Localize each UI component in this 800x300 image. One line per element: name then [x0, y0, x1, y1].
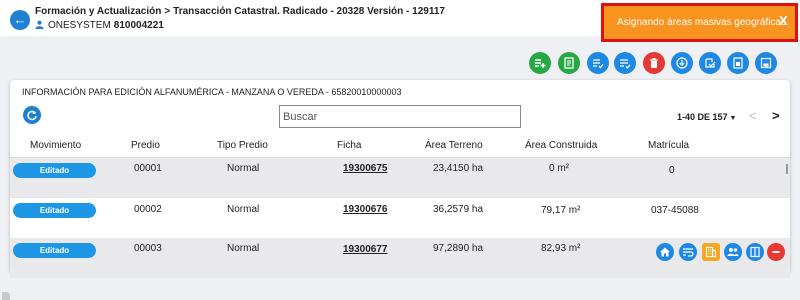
table-header: Movimiento Predio Tipo Predio Ficha Área…: [10, 134, 790, 158]
column-header-area-terreno[interactable]: Área Terreno: [425, 140, 483, 151]
people-icon: [727, 248, 739, 256]
status-badge[interactable]: Editado: [13, 163, 96, 178]
user-code: 810004221: [113, 20, 164, 31]
list-check-icon: [593, 59, 604, 69]
add-list-icon: [535, 59, 546, 68]
breadcrumb-separator: >: [164, 6, 171, 17]
table-row[interactable]: Editado 00001 Normal 19300675 23,4150 ha…: [10, 158, 790, 198]
cell-predio: 00002: [134, 204, 162, 215]
user-info: ONESYSTEM 810004221: [35, 20, 164, 31]
notification-toast: Asignando áreas masivas geográficas X: [601, 3, 798, 42]
cell-area-terreno: 36,2579 ha: [433, 204, 484, 215]
people-button[interactable]: [724, 243, 742, 261]
save-button[interactable]: [755, 52, 777, 74]
refresh-button[interactable]: [23, 106, 41, 124]
cell-ficha-link[interactable]: 19300677: [343, 244, 388, 255]
previous-page-button[interactable]: <: [749, 108, 757, 123]
report-button[interactable]: [727, 52, 749, 74]
cell-area-terreno: 23,4150 ha: [433, 163, 484, 174]
cell-area-terreno: 97,2890 ha: [433, 243, 484, 254]
book-button[interactable]: [746, 243, 764, 261]
list-check-alt-icon: [620, 59, 631, 69]
column-header-predio[interactable]: Predio: [131, 140, 160, 151]
notification-close-button[interactable]: X: [779, 13, 788, 28]
column-header-matricula[interactable]: Matrícula: [648, 140, 689, 151]
status-badge[interactable]: Editado: [13, 243, 96, 258]
back-arrow-icon[interactable]: ←: [10, 10, 30, 30]
column-header-area-construida[interactable]: Área Construida: [525, 140, 597, 151]
pagination-range[interactable]: 1-40 DE 157 ▼: [677, 112, 736, 122]
cell-area-construida: 79,17 m²: [541, 205, 581, 216]
document-button[interactable]: [558, 52, 580, 74]
delete-icon: [650, 58, 658, 68]
cell-predio: 00003: [134, 243, 162, 254]
notification-message: Asignando áreas masivas geográficas: [617, 17, 786, 28]
building-icon: [705, 246, 717, 258]
user-name: ONESYSTEM: [48, 20, 111, 31]
report-icon: [733, 57, 743, 69]
minus-icon: [772, 251, 780, 253]
list-check-alt-button[interactable]: [614, 52, 636, 74]
cell-ficha-link[interactable]: 19300676: [343, 204, 388, 215]
add-list-button[interactable]: [529, 52, 551, 74]
cell-ficha-link[interactable]: 19300675: [343, 163, 388, 174]
breadcrumb: Formación y Actualización > Transacción Ca…: [35, 6, 445, 17]
cell-area-construida: 82,93 m²: [541, 243, 581, 254]
delete-button[interactable]: [643, 52, 665, 74]
column-header-movimiento[interactable]: Movimiento: [30, 140, 81, 151]
document-icon: [564, 57, 574, 69]
remove-button[interactable]: [767, 243, 785, 261]
cell-tipo-predio: Normal: [227, 163, 260, 174]
chevron-down-icon: ▼: [729, 115, 737, 122]
row-scroll-marker: [786, 164, 788, 174]
column-header-tipo-predio[interactable]: Tipo Predio: [217, 140, 268, 151]
breadcrumb-current: Transacción Catastral. Radicado - 20328 …: [173, 6, 445, 17]
download-icon: [676, 57, 688, 69]
export-icon: [705, 58, 716, 68]
list-check-button[interactable]: [587, 52, 609, 74]
breadcrumb-root[interactable]: Formación y Actualización: [35, 6, 161, 17]
home-button[interactable]: [656, 243, 674, 261]
cell-matricula: 037-45088: [651, 205, 699, 216]
download-button[interactable]: [671, 52, 693, 74]
status-badge[interactable]: Editado: [13, 203, 96, 218]
cell-tipo-predio: Normal: [227, 204, 260, 215]
wrap-text-icon: [683, 248, 694, 257]
cell-tipo-predio: Normal: [227, 243, 260, 254]
table-row[interactable]: Editado 00002 Normal 19300676 36,2579 ha…: [10, 198, 790, 238]
search-input[interactable]: [279, 105, 521, 128]
save-icon: [760, 57, 772, 69]
next-page-button[interactable]: >: [772, 108, 780, 123]
home-icon: [660, 247, 670, 257]
cell-predio: 00001: [134, 163, 162, 174]
cell-matricula: 0: [669, 165, 675, 176]
book-icon: [750, 246, 760, 258]
building-button[interactable]: [702, 243, 720, 261]
wrap-text-button[interactable]: [679, 243, 697, 261]
corner-decoration: [2, 292, 10, 300]
section-title: INFORMACIÓN PARA EDICIÓN ALFANUMÉRICA - …: [22, 87, 402, 97]
cell-area-construida: 0 m²: [549, 163, 569, 174]
refresh-icon: [27, 110, 37, 121]
table-row[interactable]: Editado 00003 Normal 19300677 97,2890 ha…: [10, 238, 790, 278]
user-icon: [35, 20, 44, 29]
pagination-range-label: 1-40 DE 157: [677, 112, 728, 122]
export-button[interactable]: [699, 52, 721, 74]
column-header-ficha[interactable]: Ficha: [337, 140, 361, 151]
